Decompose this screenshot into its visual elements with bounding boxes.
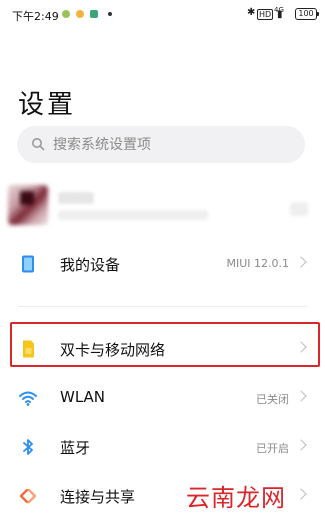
account-row[interactable] [0, 182, 325, 240]
row-wlan[interactable]: WLAN 已关闭 [0, 376, 325, 420]
avatar [8, 185, 48, 225]
row-label: 我的设备 [60, 256, 121, 274]
row-value: 已关闭 [256, 393, 289, 406]
status-bar: 下午2:49 ✱ HD 4G ▮ 100 [0, 0, 325, 30]
status-right: ✱ HD 4G ▮ 100 [247, 6, 319, 21]
page-title: 设置 [18, 90, 77, 120]
bluetooth-status-icon: ✱ [247, 7, 256, 18]
account-subtitle-blurred [58, 210, 208, 220]
search-bar[interactable] [17, 126, 305, 163]
wifi-icon [19, 391, 37, 406]
watermark: 云南龙网 [186, 484, 286, 512]
chevron-right-icon [295, 439, 307, 451]
bluetooth-icon [23, 439, 33, 455]
divider [18, 306, 307, 307]
connection-share-icon [19, 488, 37, 504]
chevron-right-icon [295, 390, 307, 402]
status-time: 下午2:49 [12, 10, 59, 23]
row-label: WLAN [60, 388, 106, 406]
row-label: 蓝牙 [60, 439, 91, 457]
highlight-box [10, 322, 320, 367]
more-notifications-icon [108, 12, 112, 16]
account-extra-blurred [290, 202, 308, 216]
device-icon [22, 255, 34, 273]
row-bluetooth[interactable]: 蓝牙 已开启 [0, 425, 325, 469]
chevron-right-icon [295, 256, 307, 268]
hd-icon: HD [257, 9, 274, 20]
notification-calendar-icon [90, 10, 98, 18]
search-icon [32, 138, 45, 151]
chevron-right-icon [295, 488, 307, 500]
account-name-blurred [58, 192, 94, 204]
row-value: 已开启 [256, 442, 289, 455]
battery-icon: 100 [295, 8, 319, 20]
search-input[interactable] [53, 126, 293, 163]
row-my-device[interactable]: 我的设备 MIUI 12.0.1 [0, 242, 325, 286]
notification-app-icon [62, 10, 70, 18]
row-label: 连接与共享 [60, 488, 136, 506]
signal-icon: ▮ [277, 9, 283, 20]
row-value: MIUI 12.0.1 [226, 257, 289, 270]
notification-app-icon [76, 10, 84, 18]
